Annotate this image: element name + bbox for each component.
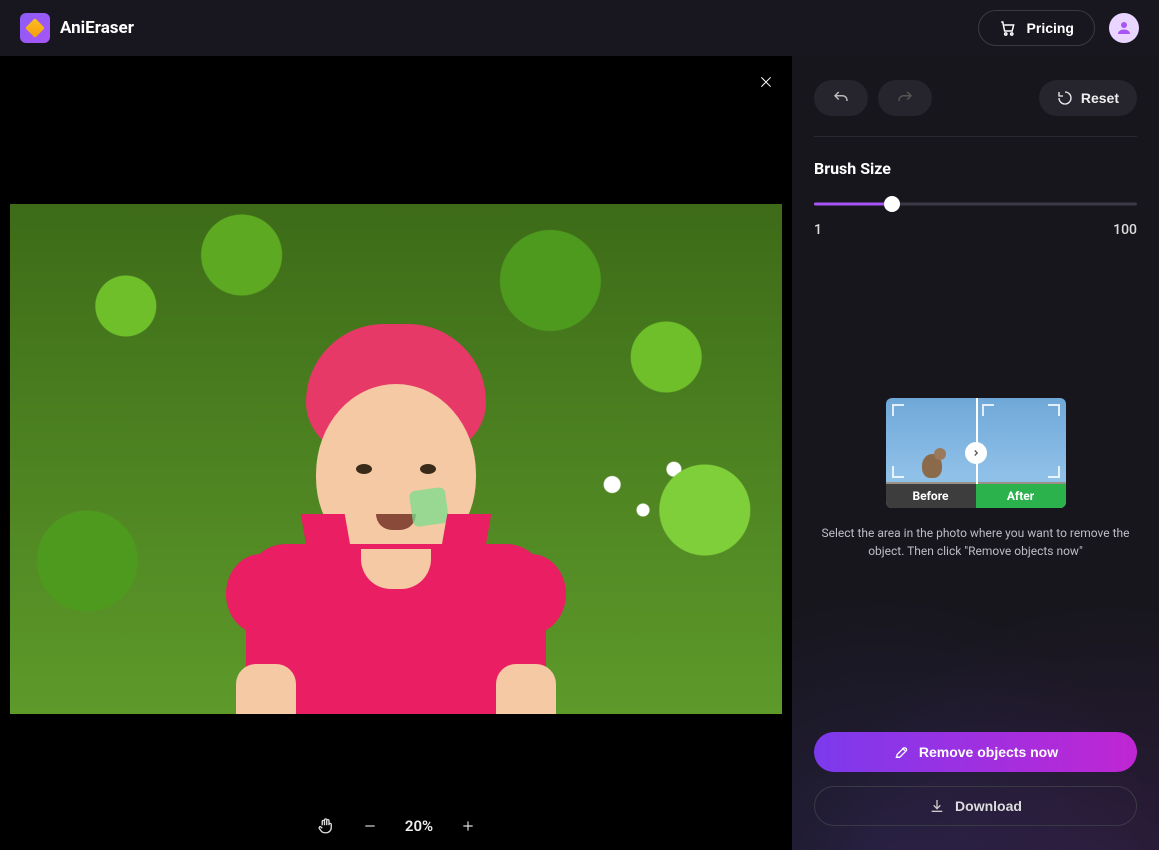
slider-range-labels: 1 100 [814, 222, 1137, 238]
reset-label: Reset [1081, 90, 1119, 106]
brush-selection [409, 487, 450, 528]
demo-area: Before After Select the area in the phot… [814, 398, 1137, 560]
logo-icon [20, 13, 50, 43]
undo-icon [832, 89, 850, 107]
pricing-button[interactable]: Pricing [978, 10, 1095, 46]
reset-button[interactable]: Reset [1039, 80, 1137, 116]
close-icon[interactable] [758, 74, 774, 94]
cart-icon [999, 19, 1017, 37]
history-row: Reset [814, 80, 1137, 116]
before-label: Before [886, 484, 976, 508]
pan-tool-icon[interactable] [317, 817, 335, 835]
slider-max: 100 [1113, 222, 1137, 238]
after-label: After [976, 484, 1066, 508]
divider [814, 136, 1137, 137]
undo-button[interactable] [814, 80, 868, 116]
brush-size-slider[interactable] [814, 196, 1137, 212]
pricing-label: Pricing [1027, 20, 1074, 36]
app-header: AniEraser Pricing [0, 0, 1159, 56]
main: 20% Reset Brush Size [0, 56, 1159, 850]
redo-icon [896, 89, 914, 107]
brush-title: Brush Size [814, 159, 1137, 178]
demo-bird-icon [914, 448, 950, 484]
download-button[interactable]: Download [814, 786, 1137, 826]
user-icon [1115, 19, 1133, 37]
demo-image: Before After [886, 398, 1066, 508]
photo-subject [216, 314, 576, 714]
remove-label: Remove objects now [919, 744, 1058, 760]
canvas-area[interactable] [0, 56, 792, 802]
brand-name: AniEraser [60, 18, 134, 38]
slider-thumb[interactable] [884, 196, 900, 212]
zoom-level: 20% [405, 817, 433, 835]
photo[interactable] [10, 204, 782, 714]
canvas-pane: 20% [0, 56, 792, 850]
brush-icon [893, 744, 909, 760]
header-actions: Pricing [978, 10, 1139, 46]
compare-handle-icon [965, 442, 987, 464]
bottom-actions: Remove objects now Download [814, 732, 1137, 826]
remove-objects-button[interactable]: Remove objects now [814, 732, 1137, 772]
brand: AniEraser [20, 13, 134, 43]
side-panel: Reset Brush Size 1 100 [792, 56, 1159, 850]
zoom-out-button[interactable] [363, 819, 377, 833]
zoom-in-button[interactable] [461, 819, 475, 833]
reset-icon [1057, 90, 1073, 106]
download-icon [929, 798, 945, 814]
avatar[interactable] [1109, 13, 1139, 43]
redo-button[interactable] [878, 80, 932, 116]
instruction-text: Select the area in the photo where you w… [814, 524, 1137, 560]
download-label: Download [955, 798, 1022, 814]
slider-min: 1 [814, 222, 822, 238]
zoom-bar: 20% [0, 802, 792, 850]
